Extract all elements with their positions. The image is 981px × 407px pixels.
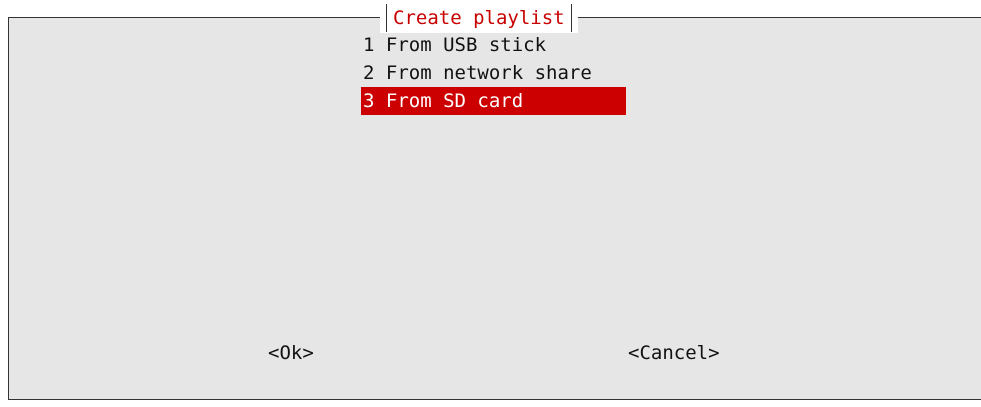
menu-item-usb-stick[interactable]: 1 From USB stick bbox=[361, 31, 626, 59]
menu-item-network-share[interactable]: 2 From network share bbox=[361, 59, 626, 87]
menu-item-sd-card[interactable]: 3 From SD card bbox=[361, 87, 626, 115]
cancel-button[interactable]: <Cancel> bbox=[628, 340, 720, 366]
ok-button[interactable]: <Ok> bbox=[268, 340, 314, 366]
create-playlist-dialog: Create playlist 1 From USB stick 2 From … bbox=[8, 3, 981, 400]
dialog-title: Create playlist bbox=[393, 7, 565, 29]
playlist-source-menu: 1 From USB stick 2 From network share 3 … bbox=[361, 31, 626, 115]
terminal-screen: Create playlist 1 From USB stick 2 From … bbox=[0, 0, 981, 407]
title-right-divider bbox=[570, 4, 572, 32]
dialog-title-bar: Create playlist bbox=[380, 3, 578, 33]
title-left-divider bbox=[386, 4, 387, 32]
